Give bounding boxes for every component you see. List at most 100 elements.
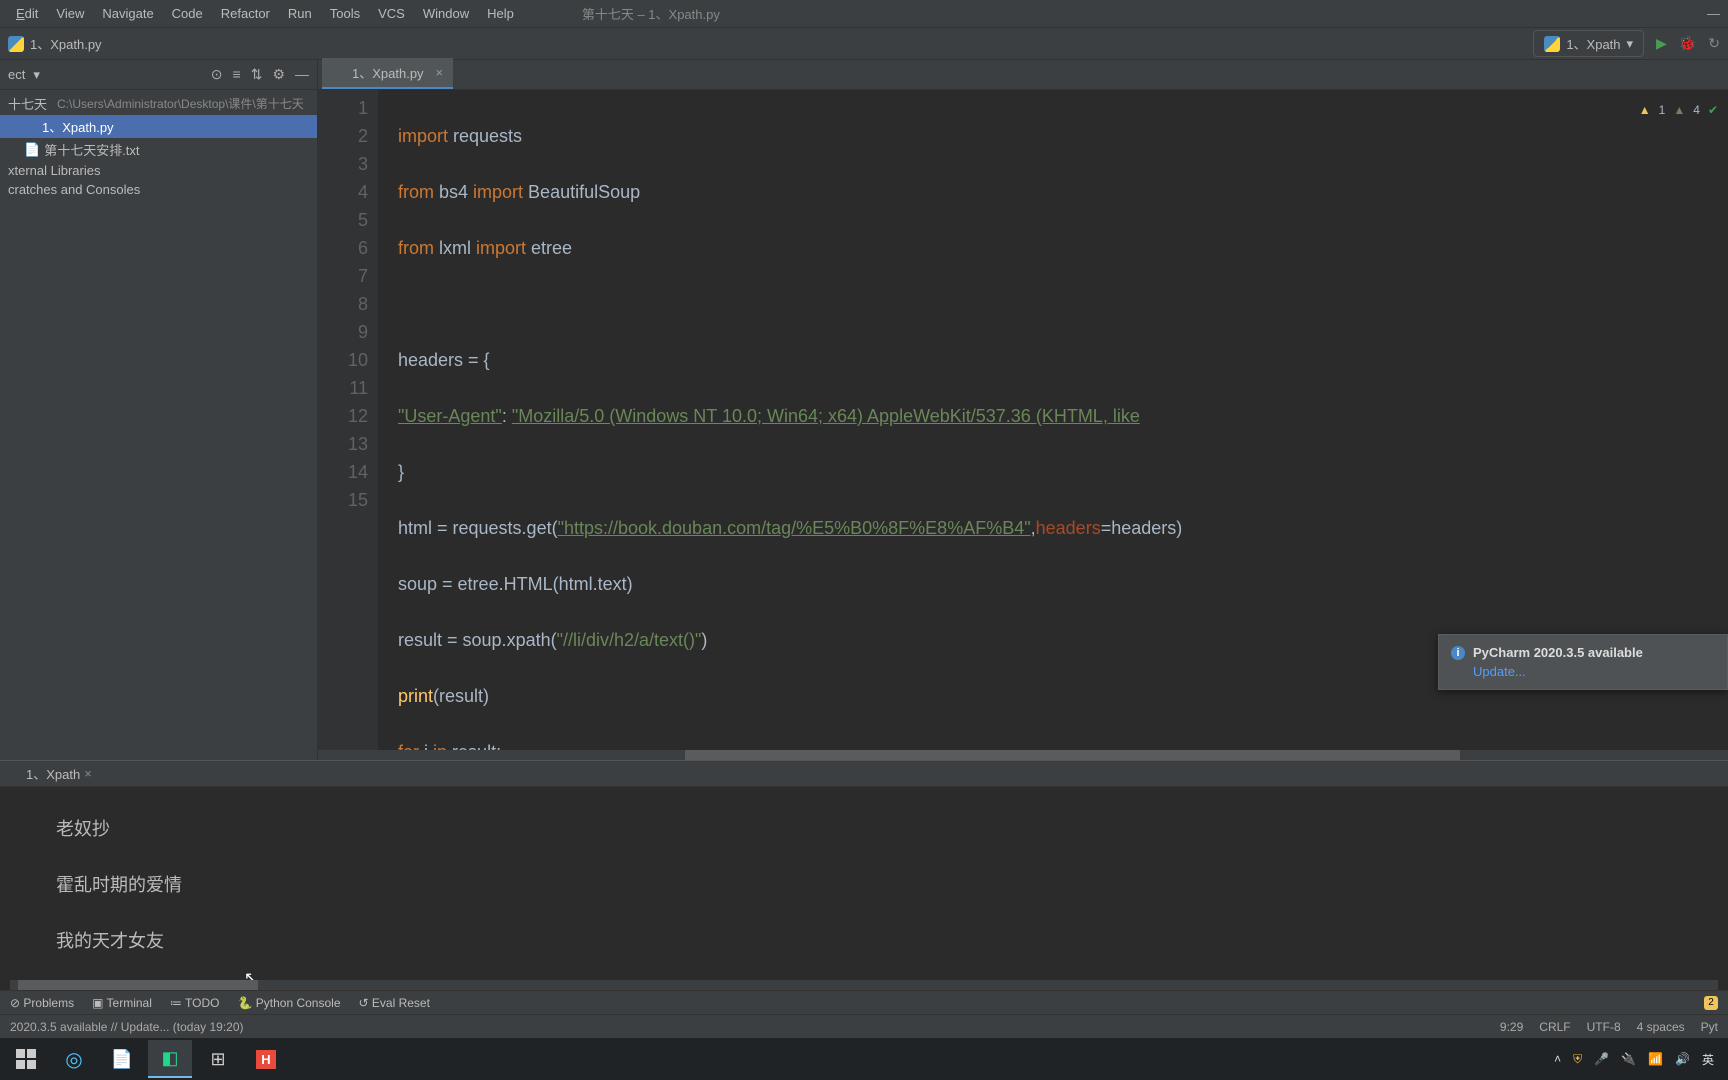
code-token: requests (448, 126, 522, 146)
status-message[interactable]: 2020.3.5 available // Update... (today 1… (10, 1020, 244, 1034)
encoding[interactable]: UTF-8 (1587, 1020, 1621, 1034)
folder-label: 十七天 (8, 94, 47, 113)
minimize-icon[interactable]: — (295, 66, 309, 83)
menu-tools[interactable]: Tools (322, 3, 368, 24)
minimize-icon[interactable]: — (1707, 6, 1720, 21)
gutter: 1 2 3 4 5 6 7 8 9 10 11 12 13 14 15 (318, 90, 378, 750)
recorder-icon[interactable]: ⊞ (196, 1040, 240, 1078)
label: Terminal (107, 996, 152, 1010)
project-toolbar: ⊙ ≡ ⇅ ⚙ — (211, 66, 309, 83)
target-icon[interactable]: ⊙ (211, 66, 223, 83)
notepad-icon[interactable]: 📄 (100, 1040, 144, 1078)
project-tree[interactable]: 十七天 C:\Users\Administrator\Desktop\课件\第十… (0, 90, 317, 760)
tree-file-selected[interactable]: 1、Xpath.py (0, 115, 317, 138)
chevron-down-icon[interactable]: ▾ (33, 67, 40, 83)
taskbar: ◎ 📄 ◧ ⊞ H ˄ ⛨ 🎤 🔌 📶 🔊 英 (0, 1038, 1728, 1080)
text-file-icon: 📄 (24, 142, 40, 158)
line-number: 7 (318, 262, 368, 290)
menu-help[interactable]: Help (479, 3, 522, 24)
update-notification[interactable]: i PyCharm 2020.3.5 available Update... (1438, 634, 1728, 690)
line-number: 14 (318, 458, 368, 486)
line-separator[interactable]: CRLF (1539, 1020, 1570, 1034)
tree-file[interactable]: 📄 第十七天安排.txt (0, 138, 317, 161)
run-scrollbar[interactable] (10, 980, 1718, 990)
code-token: in (433, 742, 447, 750)
menu-window[interactable]: Window (415, 3, 477, 24)
python-file-icon (24, 120, 38, 134)
code-token: print (398, 686, 433, 706)
stop-icon[interactable]: ↻ (1708, 35, 1720, 52)
scrollbar-thumb[interactable] (18, 980, 258, 990)
notification-title: PyCharm 2020.3.5 available (1473, 645, 1643, 660)
code-token: html = requests.get( (398, 518, 558, 538)
run-icon[interactable]: ▶ (1656, 35, 1667, 52)
interpreter[interactable]: Pyt (1701, 1020, 1718, 1034)
tree-scratches[interactable]: cratches and Consoles (0, 180, 317, 199)
code-token: from (398, 238, 434, 258)
todo-button[interactable]: ≔ TODO (170, 996, 220, 1010)
hbuilder-icon[interactable]: H (244, 1040, 288, 1078)
close-icon[interactable]: × (436, 65, 444, 80)
tray-shield-icon[interactable]: ⛨ (1573, 1052, 1582, 1067)
edge-icon[interactable]: ◎ (52, 1040, 96, 1078)
inspection-badges[interactable]: ▲1 ▲4 ✔ (1639, 96, 1718, 124)
tray-mic-icon[interactable]: 🎤 (1594, 1052, 1609, 1066)
tray-ime[interactable]: 英 (1702, 1051, 1714, 1068)
tray-volume-icon[interactable]: 🔊 (1675, 1052, 1690, 1066)
menu-view[interactable]: View (48, 3, 92, 24)
python-file-icon (8, 36, 24, 52)
code-token: BeautifulSoup (523, 182, 640, 202)
editor-tab-active[interactable]: 1、Xpath.py × (322, 58, 453, 89)
label: Eval Reset (372, 996, 430, 1010)
window-controls: — (1707, 6, 1720, 21)
run-config-selector[interactable]: 1、Xpath ▾ (1533, 30, 1644, 57)
indent[interactable]: 4 spaces (1637, 1020, 1685, 1034)
editor-scrollbar[interactable] (318, 750, 1728, 760)
python-file-icon (332, 66, 346, 80)
line-number: 3 (318, 150, 368, 178)
info-icon: i (1451, 646, 1465, 660)
menu-code[interactable]: Code (164, 3, 211, 24)
toolbar: 1、Xpath.py 1、Xpath ▾ ▶ 🐞 ↻ (0, 28, 1728, 60)
caret-position[interactable]: 9:29 (1500, 1020, 1523, 1034)
breadcrumb-file[interactable]: 1、Xpath.py (30, 34, 102, 53)
tree-external[interactable]: xternal Libraries (0, 161, 317, 180)
menu-label: dit (25, 6, 39, 21)
tray-chevron-icon[interactable]: ˄ (1554, 1052, 1561, 1066)
python-console-button[interactable]: 🐍 Python Console (237, 996, 340, 1010)
gear-icon[interactable]: ⚙ (272, 66, 285, 83)
close-icon[interactable]: × (84, 766, 92, 781)
pycharm-icon[interactable]: ◧ (148, 1040, 192, 1078)
start-button[interactable] (4, 1040, 48, 1078)
problems-button[interactable]: ⊘ Problems (10, 996, 74, 1010)
run-output[interactable]: 老奴抄 霍乱时期的爱情 我的天才女友 许三观卖血记 Process finish… (0, 787, 1728, 980)
code-token: bs4 (434, 182, 473, 202)
expand-icon[interactable]: ≡ (233, 66, 241, 83)
run-tab-label: 1、Xpath (26, 764, 80, 783)
line-number: 4 (318, 178, 368, 206)
project-label: ect (8, 67, 25, 82)
scrollbar-thumb[interactable] (685, 750, 1461, 760)
menu-run[interactable]: Run (280, 3, 320, 24)
menu-edit[interactable]: Edit (8, 3, 46, 24)
code-token: headers (1036, 518, 1101, 538)
run-tab-active[interactable]: 1、Xpath × (8, 764, 92, 783)
eval-reset-button[interactable]: ↺ Eval Reset (359, 996, 430, 1010)
tree-root[interactable]: 十七天 C:\Users\Administrator\Desktop\课件\第十… (0, 92, 317, 115)
menu-vcs[interactable]: VCS (370, 3, 413, 24)
tray-power-icon[interactable]: 🔌 (1621, 1052, 1636, 1066)
code-token: "//li/div/h2/a/text()" (557, 630, 702, 650)
label: Python Console (256, 996, 341, 1010)
terminal-button[interactable]: ▣ Terminal (92, 996, 152, 1010)
menu-refactor[interactable]: Refactor (213, 3, 278, 24)
code-token: import (398, 126, 448, 146)
event-badge[interactable]: 2 (1704, 996, 1718, 1010)
weak-warning-icon: ▲ (1673, 96, 1685, 124)
warning-count: 1 (1659, 96, 1666, 124)
system-tray: ˄ ⛨ 🎤 🔌 📶 🔊 英 (1554, 1051, 1724, 1068)
update-link[interactable]: Update... (1473, 664, 1715, 679)
debug-icon[interactable]: 🐞 (1679, 35, 1696, 52)
menu-navigate[interactable]: Navigate (94, 3, 161, 24)
collapse-icon[interactable]: ⇅ (251, 66, 263, 83)
tray-wifi-icon[interactable]: 📶 (1648, 1052, 1663, 1066)
